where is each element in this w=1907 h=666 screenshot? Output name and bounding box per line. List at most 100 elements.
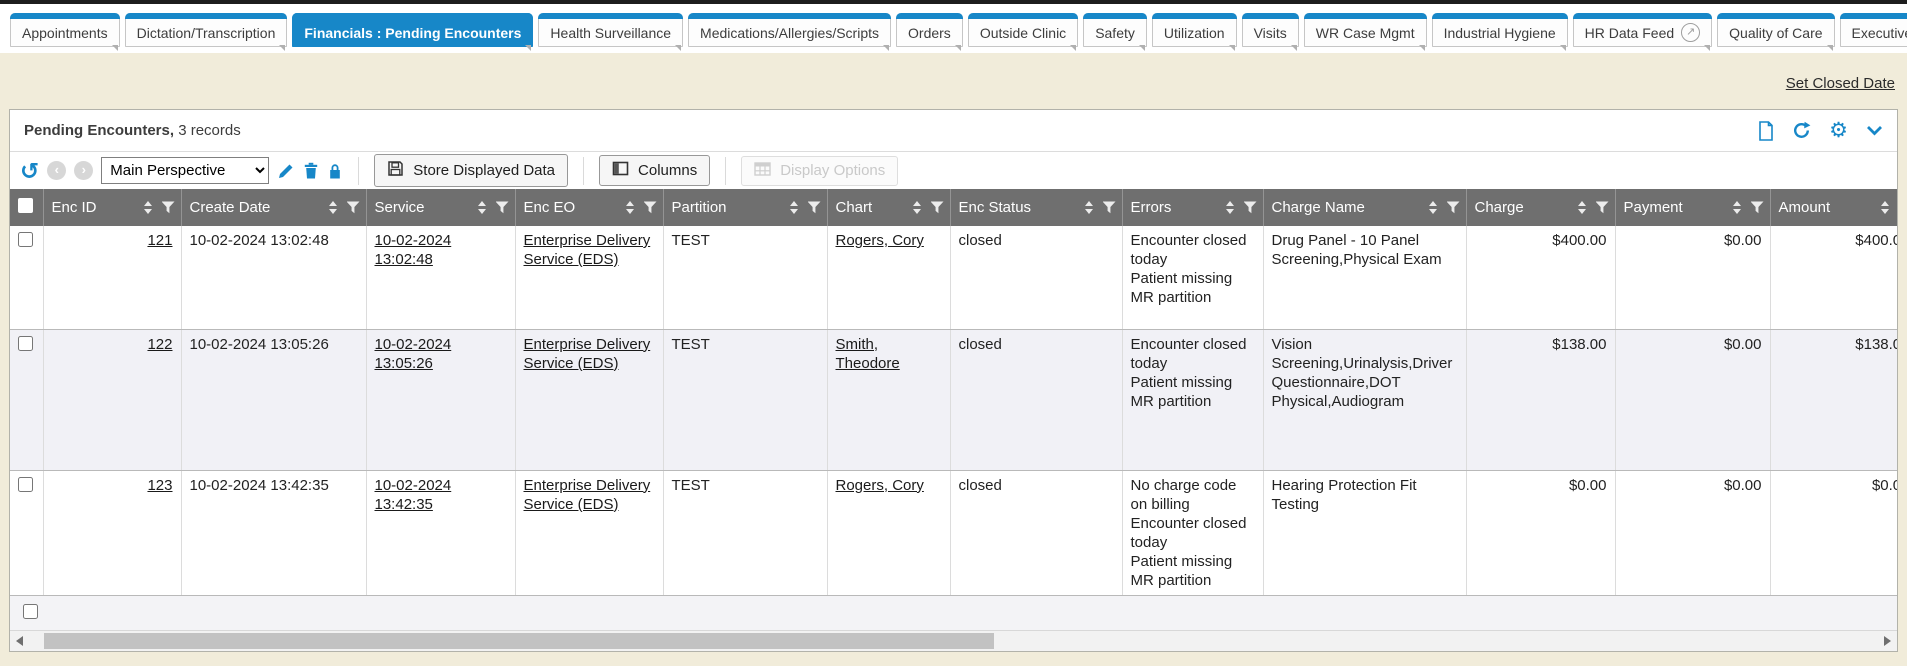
tab-label: WR Case Mgmt (1316, 25, 1415, 41)
row-checkbox[interactable] (18, 232, 33, 247)
col-header-enc_status[interactable]: Enc Status (950, 189, 1122, 226)
filter-funnel-icon[interactable] (496, 201, 509, 214)
enc_eo-link[interactable]: Enterprise Delivery Service (EDS) (524, 336, 651, 372)
tab-appointments[interactable]: Appointments (10, 13, 120, 47)
col-label: Chart (836, 199, 873, 216)
filter-funnel-icon[interactable] (1244, 201, 1257, 214)
tab-industrial-hygiene[interactable]: Industrial Hygiene (1432, 13, 1568, 47)
enc_id-link[interactable]: 121 (147, 232, 172, 249)
tab-visits[interactable]: Visits (1242, 13, 1299, 47)
scrollbar-thumb[interactable] (44, 633, 994, 649)
cell-amount: $0.00 (1770, 470, 1897, 595)
lock-icon[interactable] (327, 162, 343, 180)
filter-funnel-icon[interactable] (808, 201, 821, 214)
scroll-left-arrow[interactable] (16, 636, 23, 646)
col-label: Service (375, 199, 425, 216)
edit-pencil-icon[interactable] (277, 162, 295, 180)
new-document-icon[interactable] (1758, 121, 1774, 141)
col-header-create_date[interactable]: Create Date (181, 189, 366, 226)
sort-icon[interactable] (790, 201, 798, 214)
col-header-partition[interactable]: Partition (663, 189, 827, 226)
scroll-right-arrow[interactable] (1884, 636, 1891, 646)
col-header-service[interactable]: Service (366, 189, 515, 226)
error-line: Patient missing MR partition (1131, 552, 1255, 590)
row-checkbox[interactable] (18, 336, 33, 351)
sort-icon[interactable] (1578, 201, 1586, 214)
sort-icon[interactable] (626, 201, 634, 214)
tab-outside-clinic[interactable]: Outside Clinic (968, 13, 1078, 47)
filter-funnel-icon[interactable] (931, 201, 944, 214)
col-header-errors[interactable]: Errors (1122, 189, 1263, 226)
sort-icon[interactable] (478, 201, 486, 214)
tab-executive-dashboard[interactable]: Executive Dashboard (1840, 13, 1907, 47)
collapse-chevron-icon[interactable] (1866, 125, 1883, 136)
filter-funnel-icon[interactable] (1596, 201, 1609, 214)
enc_eo-link[interactable]: Enterprise Delivery Service (EDS) (524, 477, 651, 513)
record-count: 3 records (178, 122, 241, 139)
col-header-chart[interactable]: Chart (827, 189, 950, 226)
columns-button[interactable]: Columns (599, 155, 710, 186)
tab-hr-data-feed[interactable]: HR Data Feed↗ (1573, 13, 1712, 47)
cell-create_date: 10-02-2024 13:05:26 (181, 329, 366, 470)
sort-icon[interactable] (1733, 201, 1741, 214)
tab-safety[interactable]: Safety (1083, 13, 1147, 47)
enc_id-link[interactable]: 122 (147, 336, 172, 353)
enc_id-link[interactable]: 123 (147, 477, 172, 494)
chart-link[interactable]: Rogers, Cory (836, 232, 924, 249)
table-header-row: Enc IDCreate Date Service Enc EOPartition C… (10, 189, 1897, 226)
col-header-enc_id[interactable]: Enc ID (43, 189, 181, 226)
panel-header: Pending Encounters, 3 records ⚙ (10, 110, 1897, 152)
store-displayed-data-label: Store Displayed Data (413, 162, 555, 179)
service-link[interactable]: 10-02-2024 13:42:35 (375, 477, 452, 513)
gear-icon[interactable]: ⚙ (1829, 122, 1848, 140)
filter-funnel-icon[interactable] (162, 201, 175, 214)
delete-trash-icon[interactable] (303, 162, 319, 180)
tab-dictation-transcription[interactable]: Dictation/Transcription (125, 13, 288, 47)
select-all-checkbox[interactable] (18, 198, 33, 213)
filter-funnel-icon[interactable] (347, 201, 360, 214)
sort-icon[interactable] (329, 201, 337, 214)
col-header-charge_name[interactable]: Charge Name (1263, 189, 1466, 226)
prev-icon[interactable]: ‹ (47, 161, 66, 180)
enc_eo-link[interactable]: Enterprise Delivery Service (EDS) (524, 232, 651, 268)
display-options-button[interactable]: Display Options (741, 156, 898, 186)
tab-financials-pending-encounters[interactable]: Financials : Pending Encounters (292, 13, 533, 47)
external-link-icon[interactable]: ↗ (1681, 23, 1700, 42)
set-closed-date-link[interactable]: Set Closed Date (1786, 75, 1895, 92)
row-checkbox[interactable] (18, 477, 33, 492)
filter-funnel-icon[interactable] (1751, 201, 1764, 214)
filter-funnel-icon[interactable] (1103, 201, 1116, 214)
horizontal-scrollbar[interactable] (10, 630, 1897, 651)
sort-icon[interactable] (1226, 201, 1234, 214)
filter-funnel-icon[interactable] (644, 201, 657, 214)
chart-link[interactable]: Rogers, Cory (836, 477, 924, 494)
tab-wr-case-mgmt[interactable]: WR Case Mgmt (1304, 13, 1427, 47)
perspective-select[interactable]: Main Perspective (101, 157, 269, 184)
tab-orders[interactable]: Orders (896, 13, 963, 47)
col-header-enc_eo[interactable]: Enc EO (515, 189, 663, 226)
tab-medications-allergies-scripts[interactable]: Medications/Allergies/Scripts (688, 13, 891, 47)
sort-icon[interactable] (913, 201, 921, 214)
chart-link[interactable]: Smith, Theodore (836, 336, 900, 372)
tab-utilization[interactable]: Utilization (1152, 13, 1237, 47)
sort-icon[interactable] (1085, 201, 1093, 214)
cell-partition: TEST (663, 470, 827, 595)
refresh-icon[interactable] (1792, 121, 1811, 140)
store-displayed-data-button[interactable]: Store Displayed Data (374, 154, 568, 187)
col-header-amount[interactable]: Amount (1770, 189, 1897, 226)
filter-funnel-icon[interactable] (1447, 201, 1460, 214)
service-link[interactable]: 10-02-2024 13:05:26 (375, 336, 452, 372)
service-link[interactable]: 10-02-2024 13:02:48 (375, 232, 452, 268)
cell-errors: Encounter closed todayPatient missing MR… (1122, 226, 1263, 329)
undo-icon[interactable]: ↺ (20, 161, 39, 181)
col-header-payment[interactable]: Payment (1615, 189, 1770, 226)
sort-icon[interactable] (1429, 201, 1437, 214)
tab-label: Medications/Allergies/Scripts (700, 25, 879, 41)
tab-health-surveillance[interactable]: Health Surveillance (538, 13, 683, 47)
footer-checkbox[interactable] (23, 604, 38, 619)
next-icon[interactable]: › (74, 161, 93, 180)
col-header-charge[interactable]: Charge (1466, 189, 1615, 226)
sort-icon[interactable] (144, 201, 152, 214)
tab-quality-of-care[interactable]: Quality of Care (1717, 13, 1834, 47)
sort-icon[interactable] (1881, 201, 1889, 214)
